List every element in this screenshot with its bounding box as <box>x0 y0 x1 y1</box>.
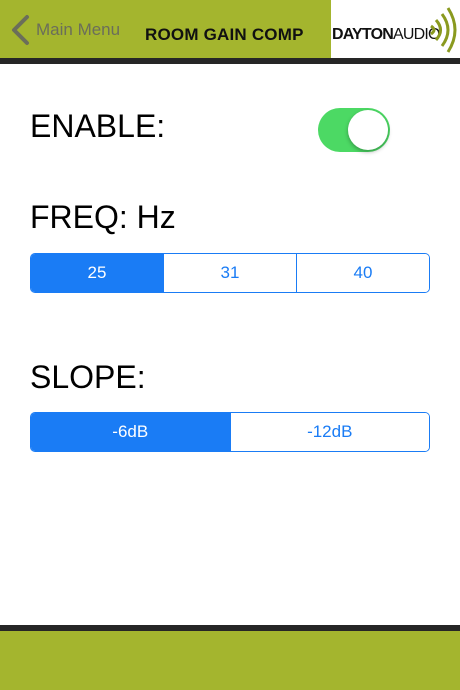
navigation-bar: Main Menu ROOM GAIN COMP DAYTONAUDIO <box>0 0 460 58</box>
logo-text: DAYTONAUDIO <box>332 0 440 58</box>
enable-toggle[interactable] <box>318 108 390 152</box>
sound-wave-icon <box>430 7 457 53</box>
slope-segmented-control: -6dB -12dB <box>30 412 430 452</box>
freq-segmented-control: 25 31 40 <box>30 253 430 293</box>
dayton-audio-logo: DAYTONAUDIO <box>331 0 460 58</box>
freq-option-25[interactable]: 25 <box>31 254 163 292</box>
back-button-label: Main Menu <box>36 20 121 39</box>
page-title: ROOM GAIN COMP <box>145 25 304 44</box>
slope-option-6db[interactable]: -6dB <box>31 413 230 451</box>
logo-text-dayton: DAYTON <box>332 26 394 43</box>
freq-option-31[interactable]: 31 <box>163 254 296 292</box>
toggle-knob <box>348 110 388 150</box>
freq-label: FREQ: Hz <box>30 199 176 235</box>
slope-label: SLOPE: <box>30 359 146 395</box>
header-divider <box>0 58 460 64</box>
freq-option-40[interactable]: 40 <box>296 254 429 292</box>
back-button[interactable]: Main Menu <box>8 12 120 48</box>
chevron-left-icon <box>12 15 29 45</box>
slope-option-12db[interactable]: -12dB <box>229 413 429 451</box>
enable-label: ENABLE: <box>30 108 166 144</box>
footer-bar <box>0 631 460 690</box>
